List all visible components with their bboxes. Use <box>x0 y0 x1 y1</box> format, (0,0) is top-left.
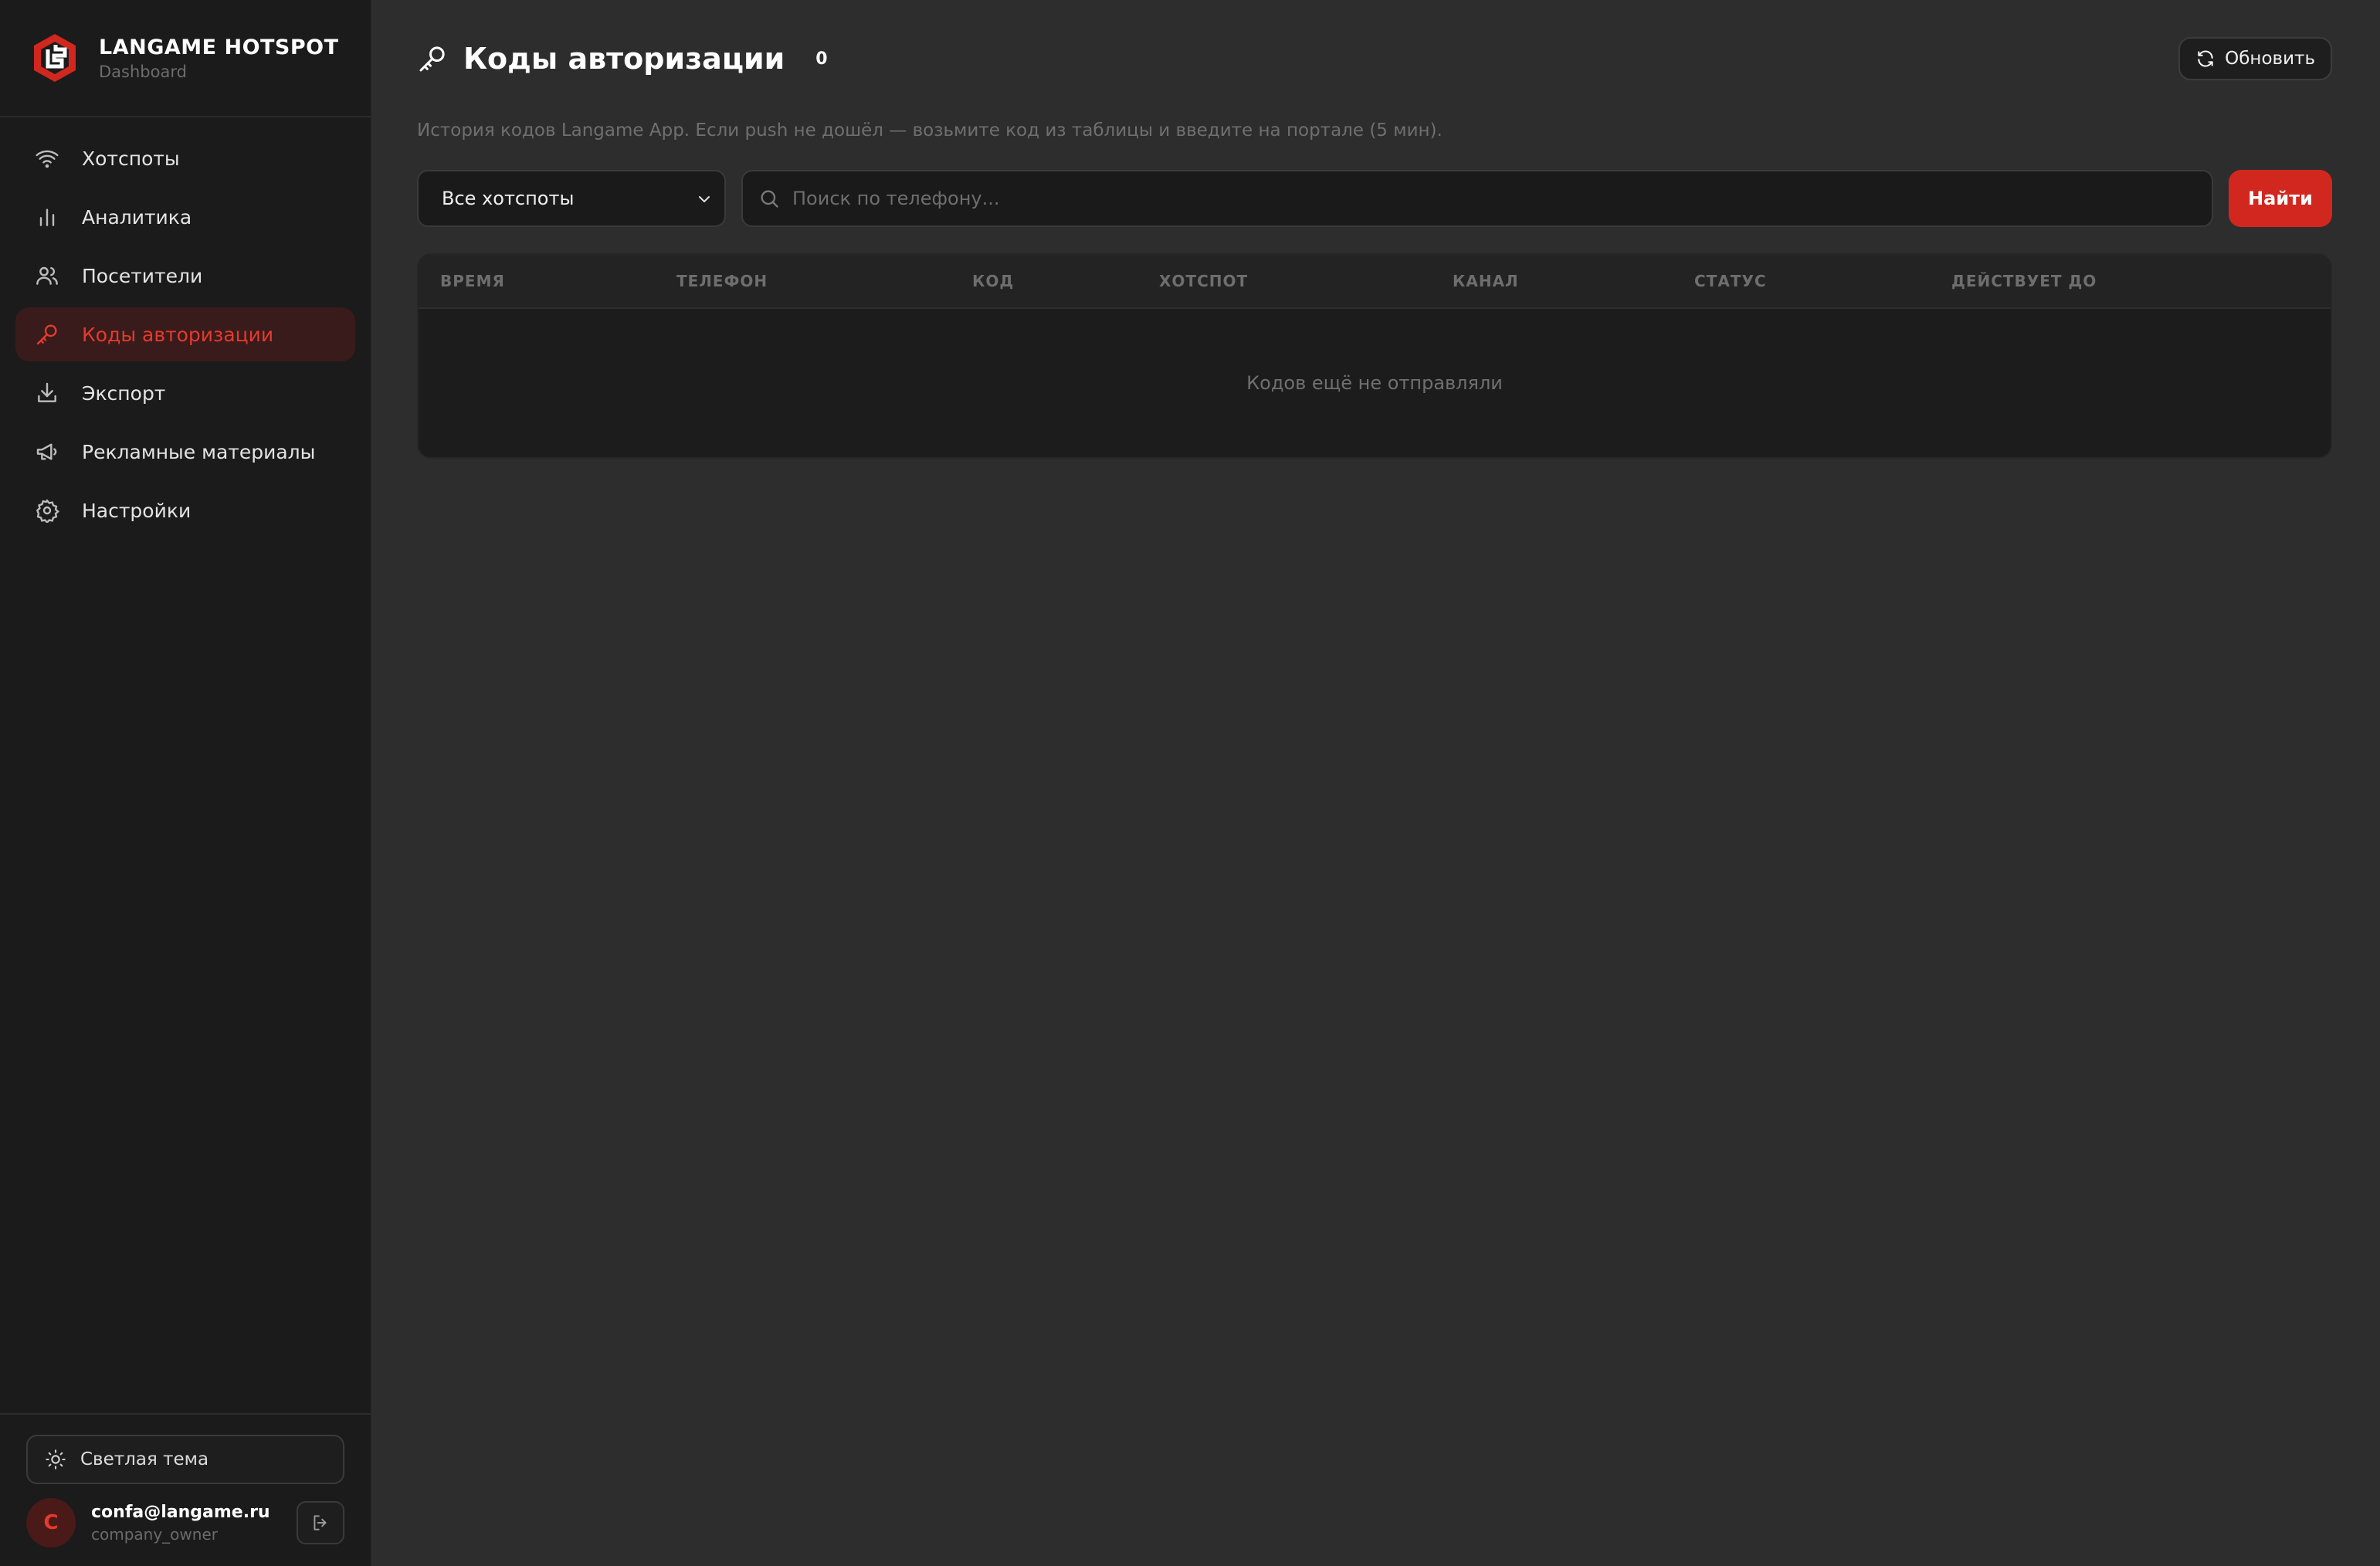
user-email: confa@langame.ru <box>91 1502 270 1522</box>
sidebar-item-hotspots[interactable]: Хотспоты <box>15 131 355 185</box>
langame-logo-icon <box>34 34 76 82</box>
user-role: company_owner <box>91 1524 218 1544</box>
sun-icon <box>46 1449 66 1469</box>
main-content: Коды авторизации 0 Обновить История кодо… <box>372 0 2380 1566</box>
column-header-phone[interactable]: ТЕЛЕФОН <box>676 272 972 290</box>
user-info: confa@langame.ru company_owner <box>91 1503 297 1544</box>
user-row: C confa@langame.ru company_owner <box>26 1498 344 1547</box>
theme-toggle-label: Светлая тема <box>80 1449 209 1469</box>
brand-subtitle: Dashboard <box>99 62 187 81</box>
sidebar-item-label: Экспорт <box>82 381 166 405</box>
sidebar-nav: Хотспоты Аналитика Посетители Коды автор… <box>0 117 371 542</box>
sidebar-item-label: Хотспоты <box>82 147 180 170</box>
count-badge: 0 <box>815 49 828 69</box>
refresh-icon <box>2198 50 2213 67</box>
app-root: LANGAME HOTSPOT Dashboard Хотспоты Анали… <box>0 0 2380 1566</box>
logout-button[interactable] <box>297 1501 344 1544</box>
logout-icon <box>314 1515 327 1530</box>
gear-icon <box>34 497 60 524</box>
column-header-channel[interactable]: КАНАЛ <box>1453 272 1694 290</box>
theme-toggle-button[interactable]: Светлая тема <box>26 1435 344 1484</box>
sidebar-item-auth-codes[interactable]: Коды авторизации <box>15 307 355 361</box>
hotspot-select-value: Все хотспоты <box>442 188 575 209</box>
search-icon <box>761 190 778 208</box>
sidebar-item-label: Посетители <box>82 264 203 287</box>
key-icon <box>419 46 445 72</box>
sidebar-item-ad-materials[interactable]: Рекламные материалы <box>15 425 355 479</box>
sidebar-footer: Светлая тема C confa@langame.ru company_… <box>0 1413 371 1566</box>
page-header: Коды авторизации 0 Обновить <box>417 0 2332 117</box>
wifi-icon <box>34 145 60 171</box>
sidebar-item-analytics[interactable]: Аналитика <box>15 190 355 244</box>
search-field[interactable] <box>741 170 2213 227</box>
page-title: Коды авторизации <box>463 42 785 76</box>
table-header: ВРЕМЯ ТЕЛЕФОН КОД ХОТСПОТ КАНАЛ СТАТУС Д… <box>419 255 2331 309</box>
column-header-code[interactable]: КОД <box>972 272 1159 290</box>
find-button[interactable]: Найти <box>2229 170 2332 227</box>
bar-chart-icon <box>34 204 60 230</box>
hotspot-select[interactable]: Все хотспоты <box>417 170 726 227</box>
sidebar-item-export[interactable]: Экспорт <box>15 366 355 420</box>
brand-title: LANGAME HOTSPOT <box>99 35 339 59</box>
column-header-time[interactable]: ВРЕМЯ <box>440 272 676 290</box>
download-icon <box>34 380 60 406</box>
page-subtitle: История кодов Langame App. Если push не … <box>417 120 1443 141</box>
table-empty-state: Кодов ещё не отправляли <box>1246 372 1503 394</box>
filter-toolbar: Все хотспоты Найти <box>417 170 2332 227</box>
sidebar-item-settings[interactable]: Настройки <box>15 483 355 537</box>
key-icon <box>34 321 60 347</box>
codes-table: ВРЕМЯ ТЕЛЕФОН КОД ХОТСПОТ КАНАЛ СТАТУС Д… <box>417 253 2332 459</box>
sidebar: LANGAME HOTSPOT Dashboard Хотспоты Анали… <box>0 0 372 1566</box>
search-input[interactable] <box>792 188 2212 209</box>
column-header-valid-until[interactable]: ДЕЙСТВУЕТ ДО <box>1951 272 2097 290</box>
brand[interactable]: LANGAME HOTSPOT Dashboard <box>0 0 371 117</box>
users-icon <box>34 263 60 289</box>
megaphone-icon <box>34 439 60 465</box>
sidebar-item-label: Настройки <box>82 499 192 522</box>
sidebar-item-visitors[interactable]: Посетители <box>15 249 355 303</box>
column-header-status[interactable]: СТАТУС <box>1694 272 1951 290</box>
chevron-down-icon <box>699 196 710 202</box>
sidebar-item-label: Рекламные материалы <box>82 440 316 463</box>
avatar[interactable]: C <box>26 1498 76 1547</box>
column-header-hotspot[interactable]: ХОТСПОТ <box>1159 272 1453 290</box>
refresh-button[interactable]: Обновить <box>2178 37 2332 80</box>
sidebar-item-label: Аналитика <box>82 205 192 229</box>
sidebar-item-label: Коды авторизации <box>82 323 274 346</box>
refresh-label: Обновить <box>2225 49 2315 69</box>
